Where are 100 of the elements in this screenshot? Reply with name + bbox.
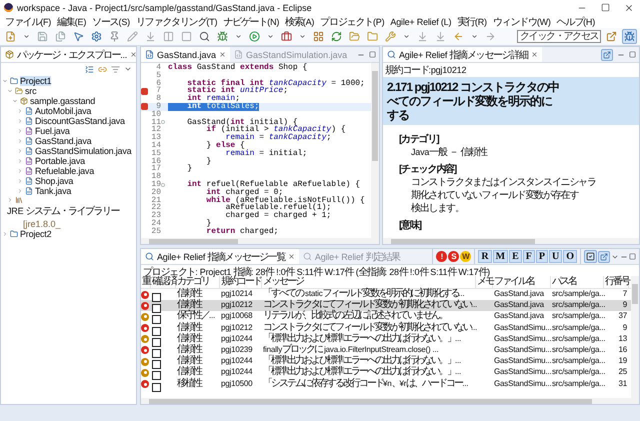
columns-icon[interactable] [163,31,174,42]
column-header[interactable]: 確認済 [151,276,176,288]
tree-item[interactable]: GasStand.java [35,136,92,146]
close-icon[interactable] [130,51,136,58]
tree-item[interactable]: GasStandSimulation.java [35,146,132,156]
save-all-icon[interactable] [55,31,66,42]
severity-filter-button[interactable]: ! [436,251,448,262]
close-icon[interactable] [530,51,538,58]
column-header[interactable]: ファイル名 [493,276,551,288]
close-icon[interactable] [624,2,634,12]
menu-item[interactable]: ウィンドウ(W) [490,14,554,28]
dropdown-caret-icon[interactable] [471,33,478,40]
category-filter-button[interactable]: O [563,250,577,263]
new-file-icon[interactable] [5,31,16,42]
column-header[interactable]: メッセージ [262,276,476,288]
save-icon[interactable] [37,31,48,42]
view-menu-icon[interactable] [124,65,132,73]
forward-icon[interactable] [485,31,496,42]
table-row[interactable]: 信頼性 pgj10244 「標準出力および標準エラーへの出力は行わない。」... GasStandSimu...src/sample/ga... 25 [141,367,631,378]
severity-filter-button[interactable]: W [460,251,472,262]
maximize-icon[interactable] [601,3,610,12]
pointer-icon[interactable] [73,31,84,42]
fold-icon[interactable] [161,182,165,187]
link-icon[interactable] [98,64,107,74]
link-with-editor-icon[interactable] [603,50,611,58]
dropdown-caret-icon[interactable] [23,33,30,40]
details-tab[interactable]: Agile+ Relief 指摘メッセージ詳細 [383,47,542,62]
column-header[interactable]: カテゴリ [176,276,220,288]
tree-item[interactable]: AutoMobil.java [35,106,92,116]
back-icon[interactable] [453,31,464,42]
menu-item[interactable]: ナビゲート(N) [220,14,282,28]
category-filter-button[interactable]: E [509,250,522,263]
tree-item[interactable]: Project2 [20,229,52,239]
bug-icon[interactable] [217,31,228,42]
category-filter-button[interactable]: M [492,250,508,263]
close-icon[interactable] [288,253,295,260]
search-icon[interactable] [199,31,210,42]
view-tab[interactable]: Agile+ Relief 指摘メッセージ一覧 [141,249,299,264]
arrow-down-icon[interactable] [435,31,446,42]
category-filter-button[interactable]: R [478,250,492,263]
settings-icon[interactable] [91,31,102,42]
checkbox-icon[interactable] [586,252,595,261]
pin-icon[interactable] [109,31,120,42]
table-row[interactable]: 信頼性 pgj10212 コンストラクタにてフィールド変数が初期化されていない... GasStandSimu...src/sample/ga... 9 [141,322,631,334]
menu-item[interactable]: ソース(S) [89,14,133,28]
checkbox[interactable] [152,326,161,336]
open-perspective-icon[interactable] [606,31,617,42]
maximize-icon[interactable] [369,51,376,58]
checkbox[interactable] [152,382,161,392]
table-row[interactable]: 移植性 pgj10500 「システムに依存する改行コード¥n、¥rは、ハードコー... GasStandSimu...src/sample/ga... 31 [141,378,631,390]
dropdown-caret-icon[interactable] [403,33,410,40]
dropdown-caret-icon[interactable] [235,33,242,40]
table-row[interactable]: 保守性／... pgj10068 リテラルが、比較式の左辺に記述されていません。 GasStand.java src/sample/ga... 37 [141,311,631,323]
dropdown-caret-icon[interactable] [267,33,274,40]
tree-item[interactable]: Shop.java [35,176,74,186]
checkbox[interactable] [152,348,161,358]
checkbox[interactable] [152,371,161,380]
tree-item[interactable]: Project1 [20,76,52,86]
open-folder-icon[interactable] [349,31,360,42]
column-header[interactable]: 行番号 [604,276,629,288]
column-header[interactable]: 規約コード [220,276,262,288]
editor-tab[interactable]: GasStand.java [141,47,230,62]
category-filter-button[interactable]: U [548,250,562,263]
menu-item[interactable]: ヘルプ(H) [554,14,598,28]
perspective-icon[interactable] [624,31,635,42]
maximize-icon[interactable] [629,253,636,260]
collapse-all-icon[interactable] [85,64,94,74]
package-explorer-tab[interactable]: パッケージ・エクスプロー... [1,47,136,62]
tree-item[interactable]: Refuelable.java [35,166,94,176]
checkbox[interactable] [152,360,161,370]
quick-access-field[interactable]: クイック・アクセス [517,30,601,43]
category-filter-button[interactable]: P [536,250,548,263]
menu-item[interactable]: 編集(E) [54,14,90,28]
close-icon[interactable] [219,51,226,58]
maximize-icon[interactable] [629,51,636,58]
briefcase-icon[interactable] [281,31,292,42]
checkbox[interactable] [152,293,161,302]
severity-filter-button[interactable]: S [448,251,460,262]
filter-icon[interactable] [111,64,120,74]
checkbox[interactable] [152,315,161,324]
category-filter-button[interactable]: F [522,250,535,263]
column-header[interactable]: メモ [476,276,493,288]
tree-item[interactable]: JRE システム・ライブラリー [7,206,120,217]
menu-item[interactable]: ファイル(F) [2,14,54,28]
arrow-down-icon[interactable] [417,31,428,42]
refresh-icon[interactable] [331,31,342,42]
link-with-editor-icon[interactable] [600,252,608,260]
checkbox[interactable] [152,338,161,347]
menu-item[interactable]: プロジェクト(P) [317,14,388,28]
menu-item[interactable]: リファクタリング(T) [132,14,220,28]
tree-item[interactable]: Tank.java [35,186,72,196]
folder-icon[interactable] [367,31,378,42]
dropdown-caret-icon[interactable] [299,33,306,40]
checkbox[interactable] [152,304,161,314]
column-header[interactable]: 重 [141,276,151,288]
menu-item[interactable]: 実行(R) [454,14,490,28]
menu-item[interactable]: 検索(A) [282,14,318,28]
tree-item[interactable]: Portable.java [35,156,85,166]
column-header[interactable]: パス名 [551,276,604,288]
wrench-icon[interactable] [385,31,396,42]
